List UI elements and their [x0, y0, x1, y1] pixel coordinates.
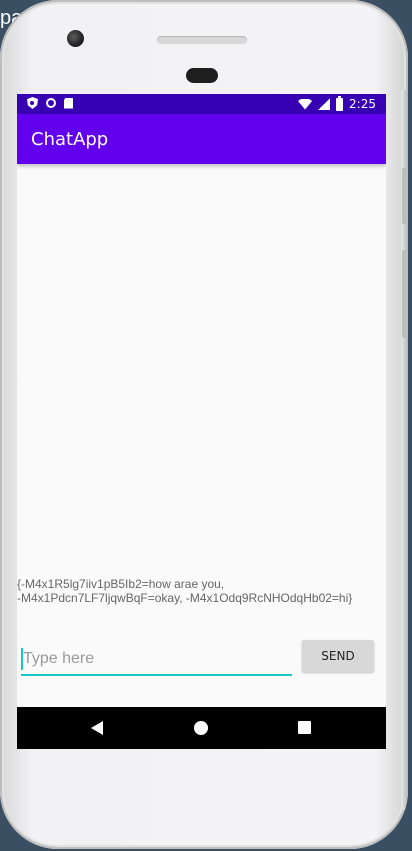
page-title: ChatApp [31, 129, 109, 150]
device-screen: 2:25 ChatApp {-M4x1R5lg7iiv1pB5Ib2=how a… [17, 94, 386, 749]
message-input-container[interactable] [21, 644, 294, 676]
battery-icon [336, 95, 344, 111]
message-input[interactable] [21, 648, 294, 670]
circle-icon [46, 98, 56, 108]
home-icon[interactable] [194, 721, 208, 735]
shield-icon [27, 97, 38, 109]
back-icon[interactable] [91, 721, 103, 735]
status-bar: 2:25 [17, 94, 386, 114]
recents-icon[interactable] [298, 721, 311, 734]
phone-side-button [402, 168, 408, 224]
phone-frame: 2:25 ChatApp {-M4x1R5lg7iiv1pB5Ib2=how a… [0, 0, 408, 849]
system-navigation-bar [17, 707, 386, 749]
status-left-icons [27, 97, 73, 109]
sd-card-icon [64, 97, 73, 109]
chat-message-text: {-M4x1R5lg7iiv1pB5Ib2=how arae you, -M4x… [17, 577, 353, 605]
proximity-sensor [186, 68, 218, 83]
signal-icon [318, 98, 331, 110]
speaker-grill [157, 36, 247, 44]
wifi-icon [298, 98, 313, 110]
status-time: 2:25 [349, 97, 376, 111]
app-bar: ChatApp [17, 114, 386, 164]
front-camera [67, 30, 84, 47]
send-button[interactable]: SEND [302, 640, 374, 672]
status-right-icons: 2:25 [298, 95, 376, 112]
phone-volume-button [402, 250, 408, 338]
